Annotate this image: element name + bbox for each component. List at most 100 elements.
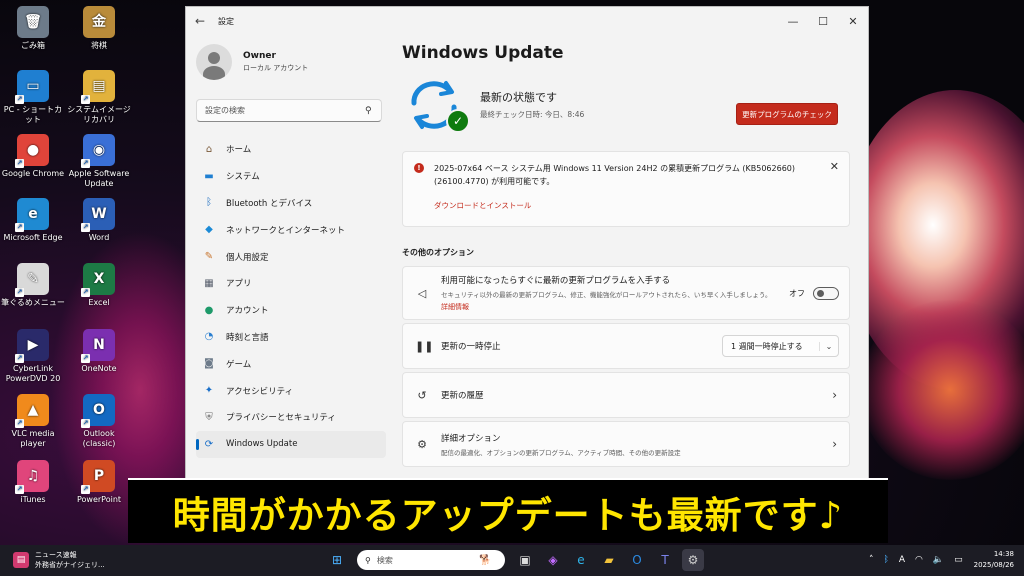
sidebar-item[interactable]: ● アカウント [196,297,386,324]
desktop-icon[interactable]: ♫ ↗ iTunes [0,460,66,505]
app-icon: 🗑 [17,6,49,38]
desktop-icon[interactable]: N ↗ OneNote [66,329,132,374]
sidebar-item-icon: ✎ [204,251,214,263]
shortcut-arrow-icon: ↗ [15,419,24,428]
desktop-icon[interactable]: ▲ ↗ VLC media player [0,394,66,449]
wallpaper-bloom-right-lower [860,300,1024,480]
minimize-icon[interactable]: — [778,15,808,28]
desktop-icon[interactable]: 金将棋 [66,6,132,51]
sidebar-item-label: Bluetooth とデバイス [226,198,313,209]
shortcut-arrow-icon: ↗ [81,159,90,168]
sidebar-item-icon: ᛒ [206,197,212,209]
desktop-icon[interactable]: O ↗ Outlook (classic) [66,394,132,449]
clock[interactable]: 14:38 2025/08/26 [974,549,1014,571]
shortcut-arrow-icon: ↗ [81,223,90,232]
desktop-icon[interactable]: X ↗ Excel [66,263,132,308]
start-icon[interactable]: ⊞ [326,549,348,571]
settings-taskbar-icon[interactable]: ⚙ [682,549,704,571]
sidebar-item-label: アクセシビリティ [226,386,294,397]
back-arrow-icon[interactable]: ← [186,14,214,28]
wifi-icon[interactable]: ◠ [915,555,923,565]
teams-icon[interactable]: T [654,549,676,571]
shortcut-arrow-icon: ↗ [81,354,90,363]
sidebar-item[interactable]: ◙ ゲーム [196,350,386,377]
taskbar-search[interactable]: ⚲ 検索 🐕 [357,550,505,570]
main-content: Windows Update ✓ 最新の状態です 最終チェック日時: 今日、8:… [402,43,852,467]
taskbar-search-label: 検索 [376,555,393,565]
settings-window: ← 設定 — ☐ ✕ Owner ローカル アカウント 設定の検索 ⚲ ⌂ ホーム… [185,6,869,482]
sidebar-item[interactable]: ⌂ ホーム [196,136,386,163]
sidebar-item[interactable]: ⛨ プライバシーとセキュリティ [196,404,386,431]
volume-icon[interactable]: 🔈 [933,555,944,565]
chevron-down-icon: ⌄ [819,341,838,351]
sidebar-item-icon: ● [204,304,214,316]
latest-updates-toggle[interactable] [813,286,839,300]
sidebar-item[interactable]: ▦ アプリ [196,270,386,297]
battery-icon[interactable]: ▭ [954,555,963,565]
sidebar-item[interactable]: ▬ システム [196,163,386,190]
sidebar-item[interactable]: ⟳ Windows Update [196,430,386,458]
history-icon: ↺ [417,388,427,402]
update-history-row[interactable]: ↺ 更新の履歴 › [402,372,850,418]
desktop-icon[interactable]: 🗑 ごみ箱 [0,6,66,51]
download-install-link[interactable]: ダウンロードとインストール [434,200,531,211]
caption-text: 時間がかかるアップデートも最新です♪ [172,493,844,537]
search-placeholder: 設定の検索 [205,106,245,115]
edge-icon[interactable]: e [570,549,592,571]
chevron-up-icon[interactable]: ˄ [869,555,874,565]
dismiss-icon[interactable]: ✕ [830,160,839,173]
app-icon: ▶ ↗ [15,329,49,363]
search-icon: ⚲ [365,555,371,565]
maximize-icon[interactable]: ☐ [808,15,838,28]
settings-search-input[interactable]: 設定の検索 ⚲ [196,99,382,122]
desktop-icon[interactable]: ▤ ↗ システムイメージリカバリ [66,70,132,125]
notice-text: 2025-07x64 ベース システム用 Windows 11 Version … [434,164,796,186]
desktop-icon-label: PC - ショートカット [3,105,63,124]
shortcut-arrow-icon: ↗ [15,354,24,363]
gear-icon: ⚙ [417,437,427,451]
sidebar-item[interactable]: ✎ 個人用設定 [196,243,386,270]
desktop-icon-label: Microsoft Edge [3,233,63,242]
check-for-updates-button[interactable]: 更新プログラムのチェック [736,103,838,125]
desktop-icon[interactable]: ● ↗ Google Chrome [0,134,66,179]
desktop-icon[interactable]: ▶ ↗ CyberLink PowerDVD 20 [0,329,66,384]
desktop-icon-label: Excel [88,298,110,307]
shortcut-arrow-icon: ↗ [81,419,90,428]
sidebar-item[interactable]: ✦ アクセシビリティ [196,377,386,404]
ime-indicator[interactable]: A [899,555,905,565]
advanced-options-row[interactable]: ⚙ 詳細オプション 配信の最適化、オプションの更新プログラム、アクティブ時間、そ… [402,421,850,467]
pause-duration-select[interactable]: 1 週間一時停止する ⌄ [722,335,839,357]
sidebar-item[interactable]: ᛒ Bluetooth とデバイス [196,190,386,217]
pause-icon: ❚❚ [415,339,434,353]
sidebar-item[interactable]: ◆ ネットワークとインターネット [196,216,386,243]
task-view-icon[interactable]: ▣ [514,549,536,571]
sidebar-item-label: アカウント [226,306,269,317]
news-title: ニュース速報 [35,551,77,559]
outlook-icon[interactable]: O [626,549,648,571]
news-widget[interactable]: ▤ ニュース速報 外務省がナイジェリ... [13,550,105,570]
window-controls: — ☐ ✕ [778,15,868,28]
close-icon[interactable]: ✕ [838,15,868,28]
desktop-icon-label: Word [88,233,110,242]
shortcut-arrow-icon: ↗ [81,485,90,494]
system-tray: ˄ ᛒ A ◠ 🔈 ▭ 14:38 2025/08/26 [864,549,1014,571]
latest-updates-row[interactable]: ◁ 利用可能になったらすぐに最新の更新プログラムを入手する セキュリティ以外の最… [402,266,850,320]
desktop-icon-label: VLC media player [11,429,55,448]
desktop-icon[interactable]: ✎ ↗ 筆ぐるめメニュー [0,263,66,308]
file-explorer-icon[interactable]: ▰ [598,549,620,571]
chevron-right-icon: › [832,437,837,451]
desktop-icon[interactable]: ◉ ↗ Apple Software Update [66,134,132,189]
other-options-heading: その他のオプション [402,248,474,257]
learn-more-link[interactable]: 詳細情報 [441,302,772,312]
chevron-right-icon: › [832,388,837,402]
bluetooth-icon[interactable]: ᛒ [883,555,888,565]
desktop-icon[interactable]: ▭ ↗ PC - ショートカット [0,70,66,125]
desktop-icon[interactable]: P ↗ PowerPoint [66,460,132,505]
sidebar-item[interactable]: ◔ 時刻と言語 [196,324,386,351]
taskbar-apps: ⊞ ⚲ 検索 🐕 ▣ ◈ e ▰ O T ⚙ [323,549,707,571]
sidebar-item-icon: ◙ [204,358,214,370]
desktop-icon[interactable]: e ↗ Microsoft Edge [0,198,66,243]
desktop-icon[interactable]: W ↗ Word [66,198,132,243]
user-profile[interactable]: Owner ローカル アカウント [196,41,386,83]
copilot-icon[interactable]: ◈ [542,549,564,571]
